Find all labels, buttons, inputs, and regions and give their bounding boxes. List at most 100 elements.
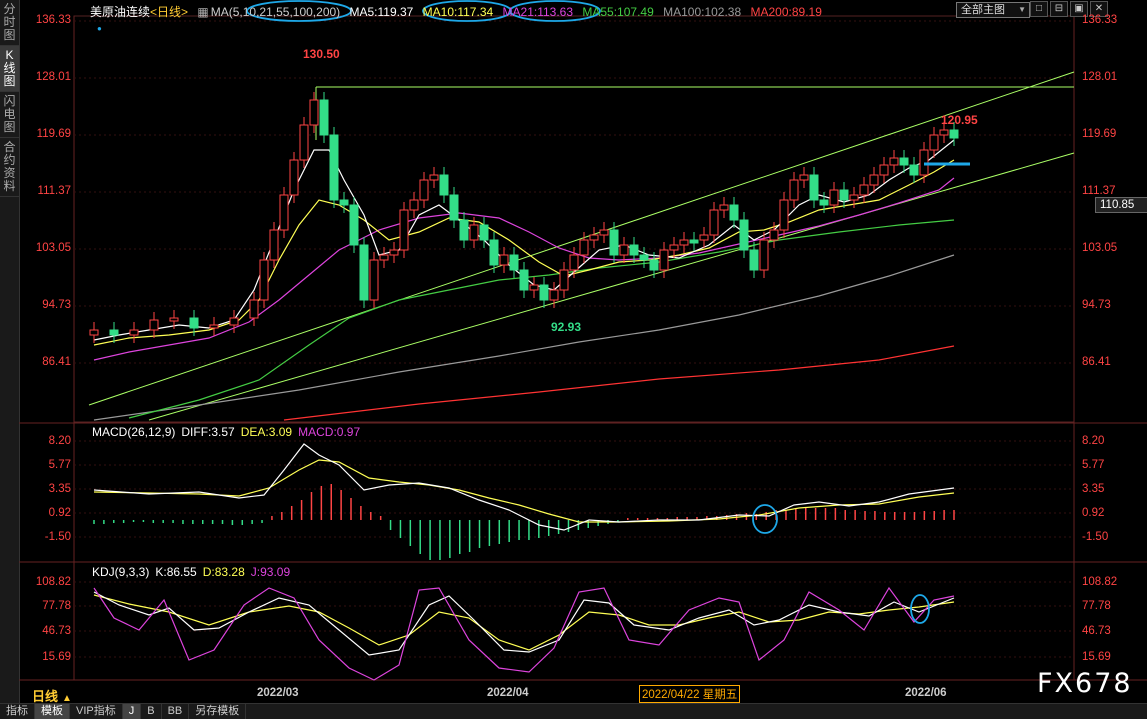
candlesticks[interactable]	[89, 92, 959, 343]
tab-j[interactable]: J	[122, 704, 142, 719]
macd-tick-right: 3.35	[1082, 483, 1105, 495]
candle-body	[829, 189, 839, 206]
chevron-down-icon: ▼	[1018, 5, 1026, 14]
tab-vip-indicator[interactable]: VIP指标	[70, 704, 123, 719]
candle-body	[619, 244, 629, 256]
candle-body	[869, 174, 879, 186]
candle-body	[659, 249, 669, 271]
tab-flash-chart[interactable]: 闪电图	[0, 92, 19, 138]
candle-body	[889, 157, 899, 166]
candle-body	[489, 239, 499, 266]
candle-body	[279, 194, 289, 231]
candle-body	[549, 289, 559, 301]
candle-body	[399, 209, 409, 251]
main-panel-frame	[73, 15, 1075, 423]
channel-upper-line	[88, 71, 1075, 406]
candle-body	[249, 299, 259, 319]
tab-time-sharing[interactable]: 分时图	[0, 0, 19, 46]
watermark-logo: FX678	[1037, 668, 1133, 699]
price-tick-left: 119.69	[36, 128, 71, 140]
main-indicator-dropdown[interactable]: 全部主图 ▼	[956, 2, 1030, 18]
candle-body	[729, 204, 739, 221]
price-tick-left: 86.41	[42, 356, 71, 368]
kdj-j: J:93.09	[250, 565, 291, 579]
tab-kline[interactable]: K线图	[0, 46, 19, 92]
candle-body	[409, 199, 419, 211]
candle-body	[759, 239, 769, 271]
candle-body	[749, 249, 759, 271]
candle-body	[229, 317, 239, 326]
dot-marker-icon: ●	[97, 24, 102, 33]
candle-body	[639, 254, 649, 261]
tab-template[interactable]: 模板	[35, 704, 70, 719]
candle-body	[649, 259, 659, 271]
candle-body	[149, 319, 159, 331]
tab-bb[interactable]: BB	[162, 704, 190, 719]
candle-body	[799, 174, 809, 181]
macd-tick-left: 0.92	[48, 507, 71, 519]
candle-body	[359, 244, 369, 301]
dropdown-value: 全部主图	[961, 4, 1005, 16]
price-tick-right: 128.01	[1082, 71, 1118, 83]
macd-tick-right: 8.20	[1082, 435, 1105, 447]
macd-value: MACD:0.97	[298, 425, 361, 439]
macd-tick-left: 3.35	[48, 483, 71, 495]
candle-body	[379, 254, 389, 261]
kdj-tick-right: 15.69	[1082, 651, 1111, 663]
candle-body	[109, 329, 119, 336]
candle-body	[859, 184, 869, 196]
candle-body	[939, 129, 949, 136]
candle-body	[849, 194, 859, 201]
ma-params: MA(5,10,21,55,100,200)	[210, 5, 341, 19]
candle-body	[809, 174, 819, 201]
ma5-value: MA5:119.37	[349, 5, 414, 19]
candle-body	[329, 134, 339, 201]
candle-body	[929, 134, 939, 151]
kdj-tick-left: 46.73	[42, 625, 71, 637]
split-icon[interactable]: ⊟	[1050, 1, 1068, 17]
price-tick-left: 111.37	[37, 185, 71, 197]
date-tick: 2022/04	[487, 687, 529, 699]
tab-contract-info[interactable]: 合约资料	[0, 138, 19, 197]
kdj-tick-right: 46.73	[1082, 625, 1111, 637]
candle-body	[739, 219, 749, 251]
tab-b[interactable]: B	[141, 704, 162, 719]
chart-area[interactable]: 美原油连续<日线> ▦ MA(5,10,21,55,100,200) MA5:11…	[19, 0, 1147, 704]
candle-body	[449, 194, 459, 221]
date-tick: 2022/03	[257, 687, 299, 699]
restore-icon[interactable]: □	[1030, 1, 1048, 17]
candle-body	[439, 174, 449, 196]
price-tick-right: 94.73	[1082, 299, 1111, 311]
macd-tick-left: -1.50	[44, 531, 71, 543]
macd-legend: MACD(26,12,9) DIFF:3.57 DEA:3.09 MACD:0.97	[92, 425, 366, 439]
candle-body	[519, 269, 529, 291]
macd-diff: DIFF:3.57	[181, 425, 235, 439]
candle-body	[559, 269, 569, 291]
candle-body	[789, 179, 799, 201]
candle-body	[909, 164, 919, 176]
candle-body	[819, 199, 829, 206]
ma10-line	[93, 159, 955, 346]
current-price-tag: 110.85	[1095, 197, 1147, 213]
candle-body	[699, 234, 709, 241]
price-tick-right: 86.41	[1082, 356, 1111, 368]
price-tick-right: 119.69	[1082, 128, 1117, 140]
tab-save-template[interactable]: 另存模板	[189, 704, 247, 719]
chart-canvas[interactable]	[19, 0, 1147, 703]
candle-body	[299, 124, 309, 161]
candle-body	[899, 157, 909, 166]
candle-body	[169, 317, 179, 322]
chart-type-icon[interactable]: ▦	[197, 5, 208, 19]
candle-body	[589, 234, 599, 241]
candle-body	[599, 229, 609, 236]
ma100-value: MA100:102.38	[663, 5, 742, 19]
tab-indicator[interactable]: 指标	[0, 704, 35, 719]
kdj-legend: KDJ(9,3,3) K:86.55 D:83.28 J:93.09	[92, 565, 296, 579]
macd-tick-right: -1.50	[1082, 531, 1109, 543]
bottom-toolbar: 指标 模板 VIP指标 J B BB 另存模板	[0, 703, 1147, 719]
candle-body	[339, 199, 349, 206]
main-legend: 美原油连续<日线> ▦ MA(5,10,21,55,100,200) MA5:11…	[90, 3, 828, 20]
candle-body	[89, 329, 99, 336]
candle-body	[269, 229, 279, 261]
price-tick-right: 103.05	[1082, 242, 1118, 254]
